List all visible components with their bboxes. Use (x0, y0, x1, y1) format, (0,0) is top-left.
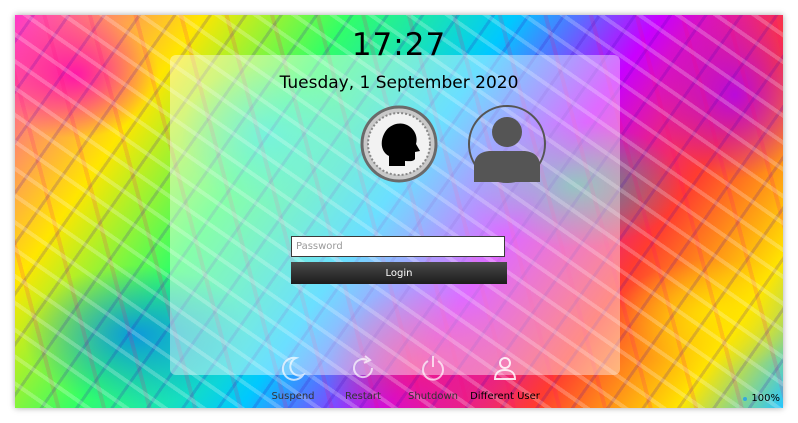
password-input[interactable] (291, 236, 505, 257)
different-user-label: Different User (470, 391, 540, 402)
suspend-button[interactable]: Suspend (253, 353, 333, 402)
clock-date: Tuesday, 1 September 2020 (279, 73, 519, 93)
shutdown-button[interactable]: Shutdown (393, 353, 473, 402)
shutdown-label: Shutdown (408, 391, 458, 402)
head-silhouette-icon (360, 105, 438, 183)
login-panel (170, 55, 620, 375)
restart-button[interactable]: Restart (323, 353, 403, 402)
suspend-label: Suspend (271, 391, 315, 402)
battery-level: 100% (751, 393, 780, 404)
different-user-button[interactable]: Different User (465, 353, 545, 402)
login-button[interactable]: Login (291, 262, 507, 284)
user-icon (468, 105, 546, 183)
shutdown-icon (422, 356, 444, 381)
user-avatar-1[interactable] (359, 104, 439, 184)
user-avatar-2[interactable] (467, 104, 547, 184)
restart-label: Restart (345, 391, 381, 402)
battery-icon (743, 396, 748, 401)
restart-icon (353, 355, 374, 379)
clock-time: 17:27 (351, 27, 447, 63)
lock-screen: 17:27 Tuesday, 1 September 2020 Login Su… (15, 15, 783, 408)
battery-indicator[interactable]: 100% (743, 393, 780, 404)
suspend-icon (281, 356, 306, 381)
different-user-icon (493, 357, 517, 380)
